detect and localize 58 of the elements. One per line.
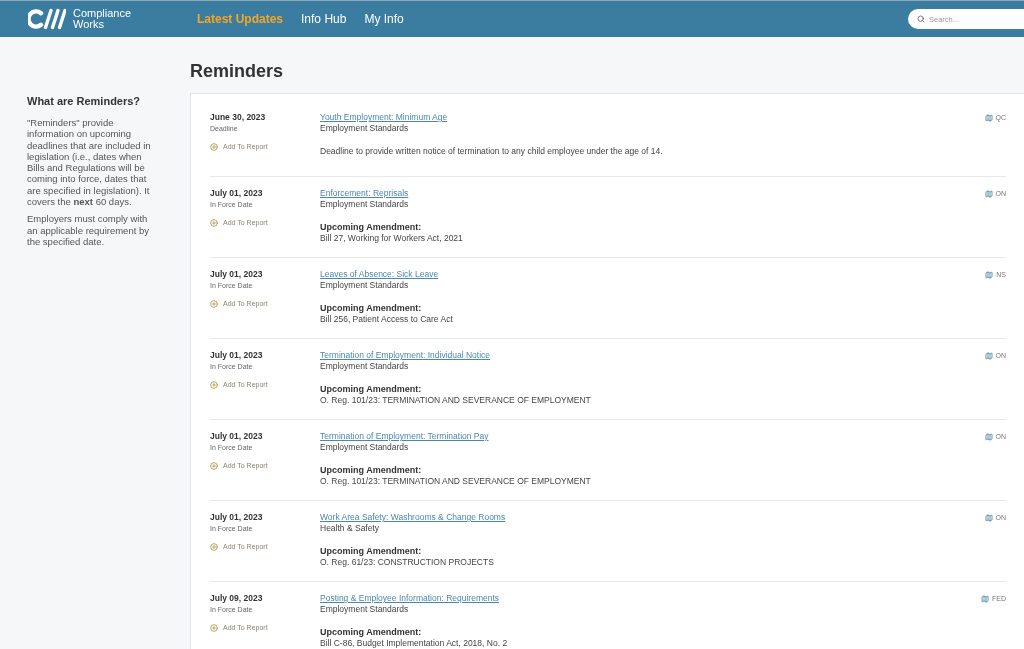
plus-circle-icon (210, 380, 218, 389)
nav-link[interactable]: Latest Updates (197, 10, 284, 28)
amendment-label: Upcoming Amendment: (320, 303, 422, 314)
plus-circle-icon (210, 142, 218, 151)
amendment-text: O. Reg. 101/23: TERMINATION AND SEVERANCE OF EMPLOYMENT (320, 395, 591, 406)
amendment-text: Bill 256, Patient Access to Care Act (320, 314, 453, 325)
category-text: Health & Safety (320, 523, 380, 534)
reminder-date: July 01, 2023 (210, 188, 263, 199)
nav-link[interactable]: Info Hub (301, 10, 347, 28)
reminder-date: July 09, 2023 (210, 593, 263, 604)
amendment-label: Upcoming Amendment: (320, 546, 422, 557)
nav-link[interactable]: My Info (364, 10, 404, 28)
category-text: Employment Standards (320, 442, 409, 453)
map-icon (981, 594, 989, 603)
page-title: Reminders (190, 60, 284, 82)
category-text: Employment Standards (320, 604, 409, 615)
amendment-label: Upcoming Amendment: (320, 627, 422, 638)
reminder-date: July 01, 2023 (210, 350, 263, 361)
map-icon (984, 189, 993, 198)
plus-circle-icon (210, 299, 218, 308)
reminder-title-link[interactable]: Work Area Safety: Washrooms & Change Rooms (320, 512, 506, 523)
reminder-date: June 30, 2023 (210, 112, 266, 123)
reminder-description: Deadline to provide written notice of termination to any child employee under the age of 14. (320, 146, 663, 157)
reminder-date: July 01, 2023 (210, 269, 263, 280)
amendment-text: Bill 27, Working for Workers Act, 2021 (320, 233, 463, 244)
category-text: Employment Standards (320, 361, 409, 372)
reminder-title-link[interactable]: Youth Employment: Minimum Age (320, 112, 448, 123)
logo-icon (28, 8, 66, 30)
category-text: Employment Standards (320, 280, 409, 291)
map-icon (984, 113, 993, 122)
sidebar-title: What are Reminders? (27, 94, 142, 108)
amendment-text: O. Reg. 61/23: CONSTRUCTION PROJECTS (320, 557, 494, 568)
reminder-title-link[interactable]: Termination of Employment: Termination Pay (320, 431, 489, 442)
amendment-text: O. Reg. 101/23: TERMINATION AND SEVERANCE OF EMPLOYMENT (320, 476, 591, 487)
plus-circle-icon (210, 542, 218, 551)
plus-circle-icon (210, 218, 218, 227)
amendment-text: Bill C-86, Budget Implementation Act, 2018, No. 2 (320, 638, 508, 649)
map-icon (984, 513, 993, 522)
reminder-title-link[interactable]: Posting & Employee Information: Requirements (320, 593, 500, 604)
map-icon (984, 432, 993, 441)
reminder-date: July 01, 2023 (210, 431, 263, 442)
reminder-title-link[interactable]: Enforcement: Reprisals (320, 188, 409, 199)
plus-circle-icon (210, 623, 218, 632)
map-icon (985, 270, 994, 279)
amendment-label: Upcoming Amendment: (320, 465, 422, 476)
reminder-date: July 01, 2023 (210, 512, 263, 523)
plus-circle-icon (210, 461, 218, 470)
sidebar-paragraph: "Reminders" provide information on upcoming deadlines that are included in legislation (i.e., dates when Bills and Regulations will be coming into force, dates that are specified in legislation). It covers the next 60 days. (27, 117, 152, 208)
search-icon (917, 15, 925, 23)
amendment-label: Upcoming Amendment: (320, 384, 422, 395)
category-text: Employment Standards (320, 123, 409, 134)
sidebar-paragraph: Employers must comply with an applicable requirement by the specified date. (27, 213, 150, 248)
map-icon (984, 351, 993, 360)
reminder-title-link[interactable]: Termination of Employment: Individual Notice (320, 350, 491, 361)
category-text: Employment Standards (320, 199, 409, 210)
reminder-title-link[interactable]: Leaves of Absence: Sick Leave (320, 269, 439, 280)
amendment-label: Upcoming Amendment: (320, 222, 422, 233)
brand-name: Compliance Works (73, 8, 132, 30)
